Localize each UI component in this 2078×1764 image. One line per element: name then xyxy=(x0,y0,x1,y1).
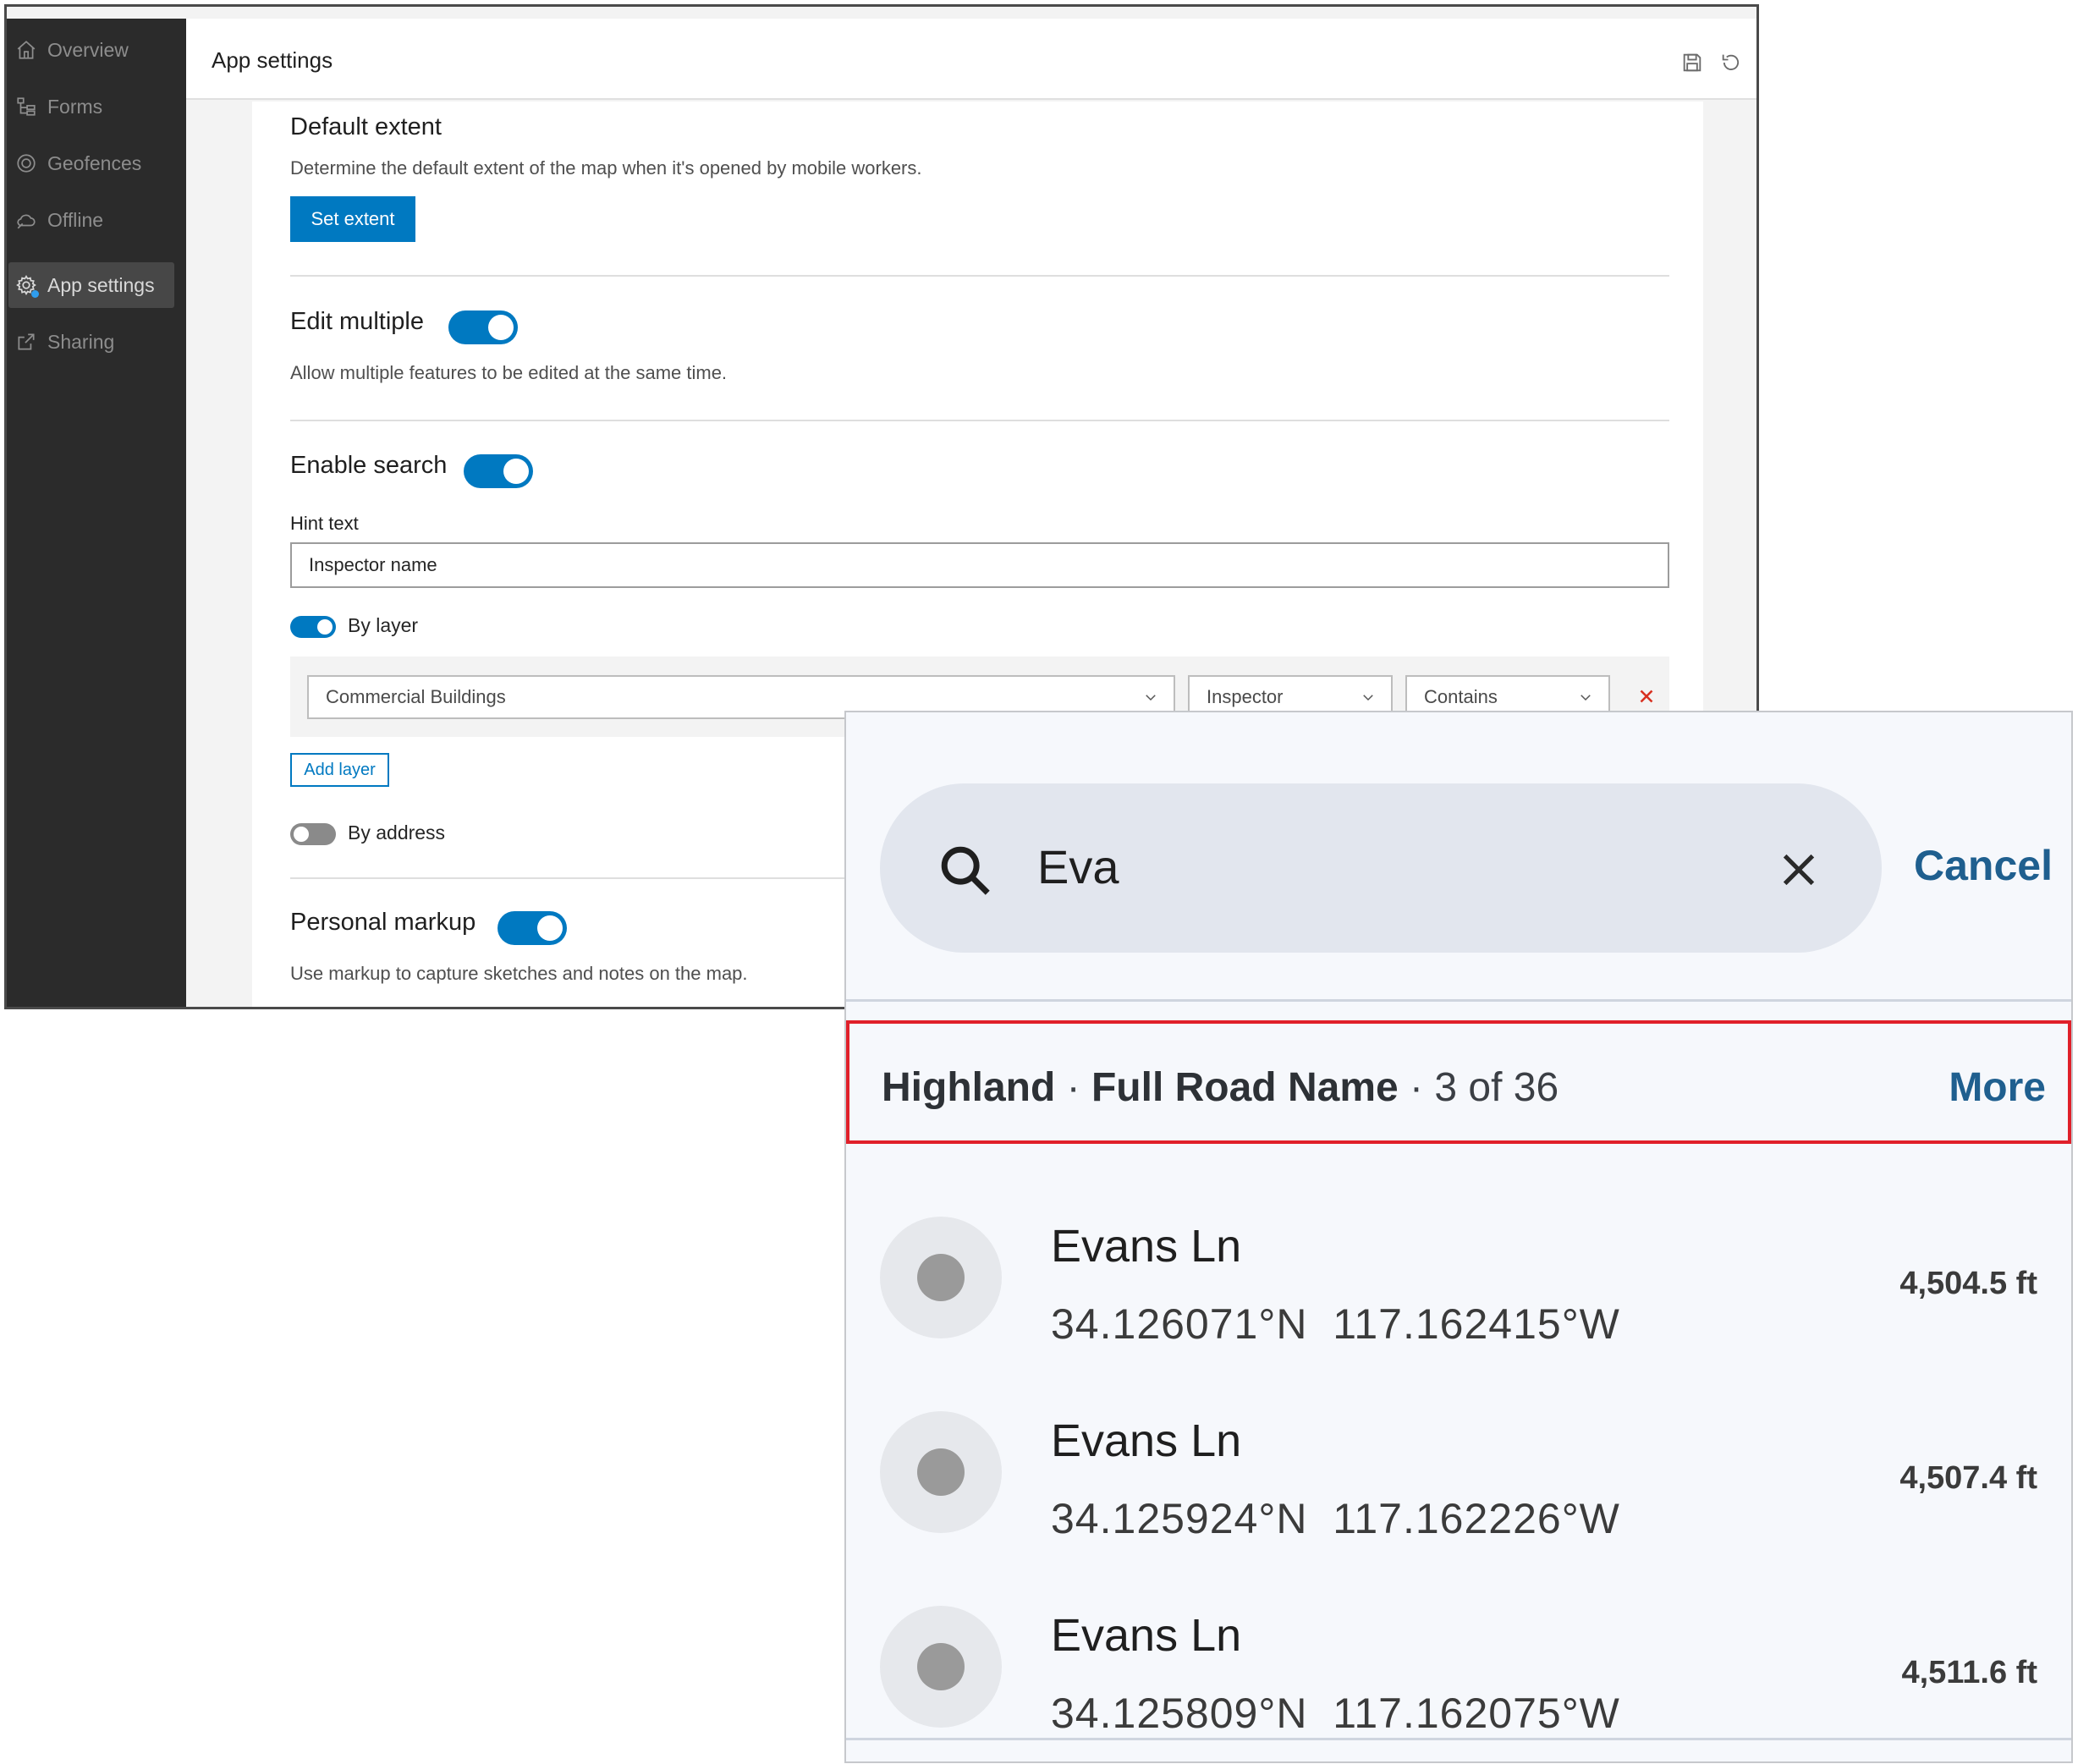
by-layer-label: By layer xyxy=(348,614,419,636)
hint-text-value: Inspector name xyxy=(309,554,437,575)
mobile-search-panel: Eva Cancel Highland · Full Road Name · 3… xyxy=(844,711,2073,1763)
panel-divider xyxy=(846,999,2071,1002)
edit-multiple-toggle[interactable] xyxy=(448,310,518,344)
share-icon xyxy=(14,329,39,354)
search-bar[interactable]: Eva xyxy=(880,783,1882,953)
chevron-down-icon xyxy=(1363,695,1373,701)
edit-multiple-description: Allow multiple features to be edited at … xyxy=(290,362,728,383)
result-title: Evans Ln xyxy=(1051,1415,1242,1466)
gear-icon xyxy=(14,272,39,298)
sidebar-item-geofences[interactable]: Geofences xyxy=(8,140,174,186)
by-address-label: By address xyxy=(348,822,446,844)
close-icon[interactable] xyxy=(1775,846,1822,893)
reset-icon[interactable] xyxy=(1719,51,1743,74)
default-extent-title: Default extent xyxy=(290,113,442,140)
sidebar-item-forms[interactable]: Forms xyxy=(8,84,174,129)
layer-select-value: Commercial Buildings xyxy=(326,686,506,707)
sidebar-item-sharing[interactable]: Sharing xyxy=(8,319,174,365)
hint-text-label: Hint text xyxy=(290,513,359,534)
home-icon xyxy=(14,37,39,63)
list-item[interactable]: Evans Ln 34.125809°N 117.162075°W 4,511.… xyxy=(846,1570,2071,1761)
section-divider xyxy=(290,420,1669,421)
result-coordinates: 34.125809°N 117.162075°W xyxy=(1051,1690,1620,1737)
list-item[interactable]: Evans Ln 34.125924°N 117.162226°W 4,507.… xyxy=(846,1376,2071,1570)
field-select-value: Inspector xyxy=(1207,686,1284,707)
chevron-down-icon xyxy=(1580,695,1591,701)
chevron-down-icon xyxy=(1146,695,1156,701)
personal-markup-description: Use markup to capture sketches and notes… xyxy=(290,963,748,984)
active-indicator-dot xyxy=(31,290,39,298)
offline-cloud-icon xyxy=(14,207,39,233)
enable-search-title: Enable search xyxy=(290,452,448,479)
group-separator: · xyxy=(1398,1065,1435,1110)
result-distance: 4,511.6 ft xyxy=(1901,1655,2037,1690)
group-field-name: Full Road Name xyxy=(1091,1065,1399,1110)
panel-divider xyxy=(846,1738,2071,1740)
search-icon xyxy=(941,846,990,895)
result-title: Evans Ln xyxy=(1051,1610,1242,1661)
forms-tree-icon xyxy=(14,94,39,119)
sidebar-item-label: App settings xyxy=(47,273,155,296)
result-distance: 4,504.5 ft xyxy=(1899,1266,2037,1301)
section-divider xyxy=(290,275,1669,277)
sidebar-item-app-settings[interactable]: App settings xyxy=(8,262,174,308)
geofence-target-icon xyxy=(14,151,39,176)
by-address-toggle[interactable] xyxy=(290,823,336,845)
cancel-button[interactable]: Cancel xyxy=(1914,841,2053,890)
enable-search-toggle[interactable] xyxy=(464,454,533,488)
result-title: Evans Ln xyxy=(1051,1221,1242,1272)
sidebar-item-label: Overview xyxy=(47,38,129,61)
default-extent-description: Determine the default extent of the map … xyxy=(290,157,922,179)
group-layer-name: Highland xyxy=(882,1065,1056,1110)
sidebar-item-label: Forms xyxy=(47,95,103,118)
set-extent-button[interactable]: Set extent xyxy=(290,196,415,242)
sidebar-item-label: Geofences xyxy=(47,151,142,174)
search-input[interactable]: Eva xyxy=(1037,839,1119,894)
personal-markup-title: Personal markup xyxy=(290,909,476,936)
sidebar-item-overview[interactable]: Overview xyxy=(8,27,174,73)
settings-header: App settings xyxy=(186,19,1756,100)
edit-multiple-title: Edit multiple xyxy=(290,308,424,335)
result-group-header: Highland · Full Road Name · 3 of 36 More xyxy=(846,1020,2071,1144)
save-icon[interactable] xyxy=(1680,51,1704,74)
result-coordinates: 34.126071°N 117.162415°W xyxy=(1051,1300,1620,1348)
result-distance: 4,507.4 ft xyxy=(1899,1460,2037,1496)
more-button[interactable]: More xyxy=(1949,1064,2046,1111)
location-point-icon xyxy=(880,1606,1002,1728)
sidebar-item-label: Sharing xyxy=(47,330,115,353)
personal-markup-toggle[interactable] xyxy=(498,911,567,945)
sidebar-item-offline[interactable]: Offline xyxy=(8,197,174,243)
sidebar: Overview Forms Geofences Offline App set… xyxy=(7,19,186,1007)
location-point-icon xyxy=(880,1217,1002,1338)
hint-text-input[interactable]: Inspector name xyxy=(290,542,1669,588)
sidebar-item-label: Offline xyxy=(47,208,104,231)
location-point-icon xyxy=(880,1411,1002,1533)
add-layer-button[interactable]: Add layer xyxy=(290,753,389,787)
operator-select-value: Contains xyxy=(1424,686,1498,707)
list-item[interactable]: Evans Ln 34.126071°N 117.162415°W 4,504.… xyxy=(846,1181,2071,1376)
remove-layer-close-icon[interactable] xyxy=(1635,685,1657,707)
group-separator: · xyxy=(1055,1065,1091,1110)
by-layer-toggle[interactable] xyxy=(290,616,336,638)
page-title: App settings xyxy=(212,47,333,73)
result-group-title: Highland · Full Road Name · 3 of 36 xyxy=(882,1064,1558,1111)
group-result-count: 3 of 36 xyxy=(1434,1065,1559,1110)
result-coordinates: 34.125924°N 117.162226°W xyxy=(1051,1495,1620,1542)
